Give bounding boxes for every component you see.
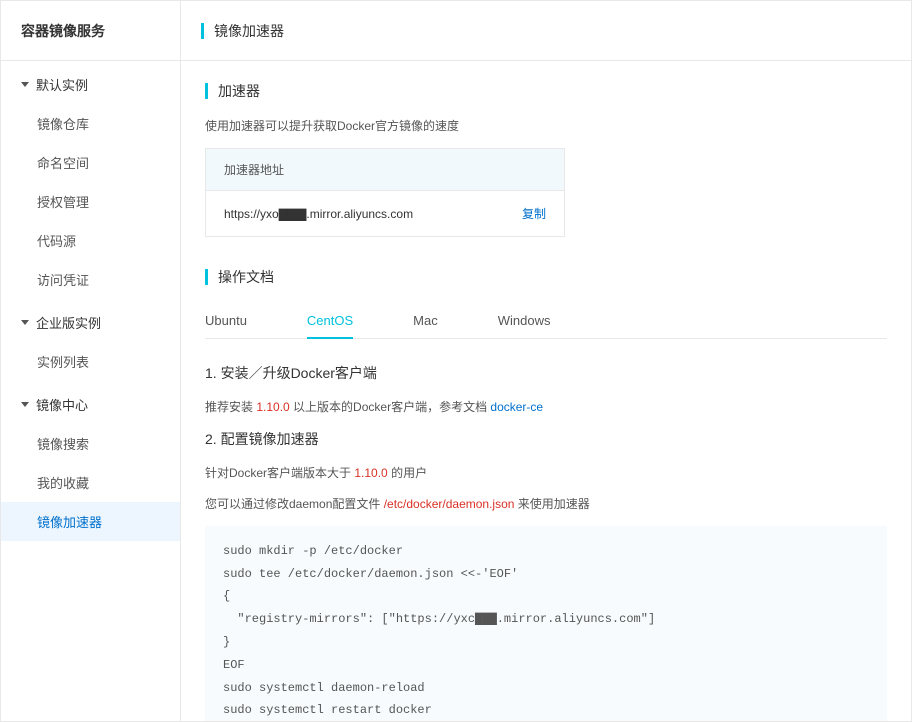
caret-down-icon [21,402,29,407]
accelerator-url: https://yxo▇▇▇.mirror.aliyuncs.com [224,207,413,221]
tab-mac[interactable]: Mac [413,303,438,338]
code-block[interactable]: sudo mkdir -p /etc/docker sudo tee /etc/… [205,526,887,721]
caret-down-icon [21,82,29,87]
accelerator-desc: 使用加速器可以提升获取Docker官方镜像的速度 [205,117,887,134]
section-accelerator-title: 加速器 [205,81,887,101]
sidebar-item-my-favorites[interactable]: 我的收藏 [1,463,180,502]
section-label: 操作文档 [218,267,274,287]
sidebar-item-access-credentials[interactable]: 访问凭证 [1,260,180,299]
sidebar-item-mirror-accelerator[interactable]: 镜像加速器 [1,502,180,541]
version-text: 1.10.0 [354,466,387,480]
section-label: 加速器 [218,81,260,101]
sidebar-title: 容器镜像服务 [1,1,180,61]
step2-heading: 2. 配置镜像加速器 [205,429,887,449]
sidebar-section-image-center[interactable]: 镜像中心 [1,381,180,424]
step2-line1: 针对Docker客户端版本大于 1.10.0 的用户 [205,463,887,485]
accent-bar [201,23,204,39]
docker-ce-link[interactable]: docker-ce [490,400,543,414]
tab-windows[interactable]: Windows [498,303,551,338]
copy-button[interactable]: 复制 [522,205,546,222]
text-fragment: 针对Docker客户端版本大于 [205,466,354,480]
caret-down-icon [21,320,29,325]
sidebar: 容器镜像服务 默认实例 镜像仓库 命名空间 授权管理 代码源 访问凭证 企业版实… [1,1,181,721]
version-text: 1.10.0 [256,400,289,414]
text-fragment: 您可以通过修改daemon配置文件 [205,497,384,511]
accelerator-address-box: 加速器地址 https://yxo▇▇▇.mirror.aliyuncs.com… [205,148,565,237]
step2-line2: 您可以通过修改daemon配置文件 /etc/docker/daemon.jso… [205,494,887,516]
accelerator-box-body: https://yxo▇▇▇.mirror.aliyuncs.com 复制 [206,191,564,236]
sidebar-section-label: 默认实例 [36,75,88,94]
app-container: 容器镜像服务 默认实例 镜像仓库 命名空间 授权管理 代码源 访问凭证 企业版实… [0,0,912,722]
page-title: 镜像加速器 [214,21,284,41]
accent-bar [205,269,208,285]
sidebar-section-default-instance[interactable]: 默认实例 [1,61,180,104]
page-header: 镜像加速器 [181,1,911,61]
sidebar-item-namespace[interactable]: 命名空间 [1,143,180,182]
main-content: 镜像加速器 加速器 使用加速器可以提升获取Docker官方镜像的速度 加速器地址… [181,1,911,721]
step1-text: 推荐安装 1.10.0 以上版本的Docker客户端，参考文档 docker-c… [205,397,887,419]
text-fragment: 推荐安装 [205,400,256,414]
os-tabs: Ubuntu CentOS Mac Windows [205,303,887,339]
sidebar-item-image-search[interactable]: 镜像搜索 [1,424,180,463]
text-fragment: 来使用加速器 [514,497,589,511]
sidebar-item-auth-management[interactable]: 授权管理 [1,182,180,221]
sidebar-item-image-repo[interactable]: 镜像仓库 [1,104,180,143]
accelerator-box-header: 加速器地址 [206,149,564,191]
sidebar-section-label: 企业版实例 [36,313,101,332]
sidebar-item-instance-list[interactable]: 实例列表 [1,342,180,381]
text-fragment: 以上版本的Docker客户端，参考文档 [290,400,491,414]
tab-ubuntu[interactable]: Ubuntu [205,303,247,338]
accent-bar [205,83,208,99]
step1-heading: 1. 安装／升级Docker客户端 [205,363,887,383]
sidebar-item-code-source[interactable]: 代码源 [1,221,180,260]
tab-centos[interactable]: CentOS [307,303,353,338]
text-fragment: 的用户 [388,466,427,480]
sidebar-section-enterprise[interactable]: 企业版实例 [1,299,180,342]
file-path-text: /etc/docker/daemon.json [384,497,515,511]
section-docs-title: 操作文档 [205,267,887,287]
sidebar-section-label: 镜像中心 [36,395,88,414]
content-area: 加速器 使用加速器可以提升获取Docker官方镜像的速度 加速器地址 https… [181,61,911,721]
